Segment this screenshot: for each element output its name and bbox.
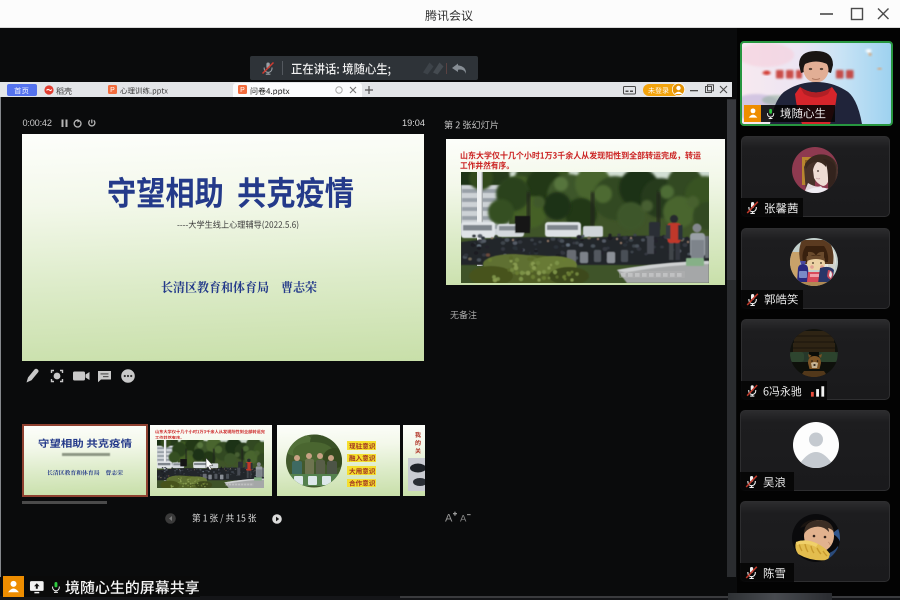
svg-text:P: P (240, 87, 245, 94)
svg-text:A: A (445, 513, 453, 525)
svg-text:A: A (460, 514, 467, 525)
svg-text:P: P (110, 87, 115, 94)
